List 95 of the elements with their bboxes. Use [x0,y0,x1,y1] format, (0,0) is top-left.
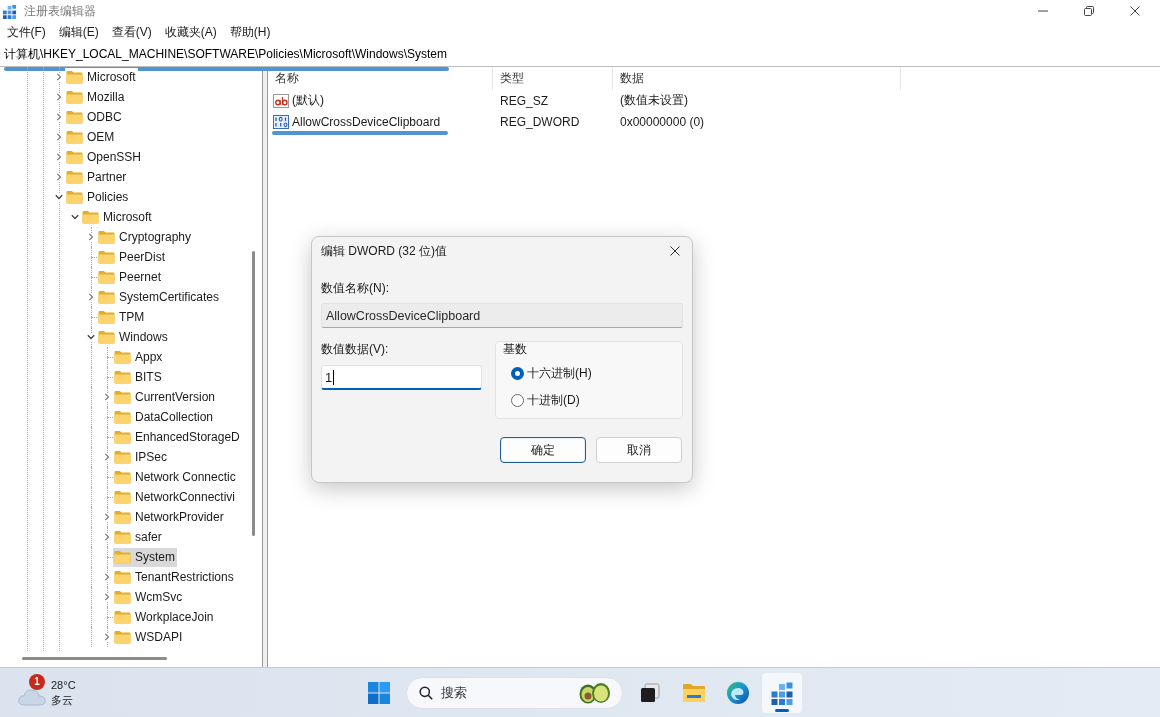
cubes-icon [769,680,794,705]
group-title: 基数 [503,342,527,356]
chevron-right-icon[interactable] [102,533,111,541]
binary-value-icon [273,114,289,129]
start-icon [367,681,390,704]
folder-icon [98,270,115,284]
text-cursor-icon [333,369,335,385]
chevron-right-icon[interactable] [54,113,63,121]
close-icon [1130,6,1140,16]
folder-icon [114,490,131,504]
radio-button[interactable] [511,393,524,407]
chevron-right-icon[interactable] [102,513,111,521]
folder-icon [114,570,131,584]
field-label: 数值数据(V): [321,342,390,356]
chevron-right-icon[interactable] [54,133,63,141]
avocado-icon [577,681,612,704]
notification-badge: 1 [29,673,45,690]
folder-icon [114,350,131,364]
folder-icon [114,470,131,484]
dialog-title: 编辑 DWORD (32 位)值 [321,242,447,260]
folder-icon [114,610,131,624]
string-value-icon [273,93,289,108]
folder-icon [66,150,83,164]
folder-icon [66,130,83,144]
folder-icon [114,410,131,424]
swirl-icon [725,680,750,705]
folder-icon [66,190,83,204]
chevron-right-icon[interactable] [102,453,111,461]
chevron-right-icon[interactable] [102,573,111,581]
column-header[interactable]: 名称 [268,67,493,90]
menu-item[interactable]: 编辑(E) [52,22,106,43]
folder-icon [98,310,115,324]
tree-item[interactable]: System [113,547,177,567]
chevron-down-icon[interactable] [54,193,63,201]
chevron-right-icon[interactable] [54,73,63,81]
folder-icon [114,530,131,544]
value-type: REG_SZ [500,93,548,108]
menu-item[interactable]: 帮助(H) [223,22,277,43]
folder-icon [114,370,131,384]
window-title: 注册表编辑器 [24,2,96,20]
chevron-right-icon[interactable] [102,633,111,641]
column-header[interactable]: 类型 [493,67,613,90]
column-header[interactable]: 数据 [613,67,901,90]
search-field[interactable]: 搜索 [405,676,623,709]
value-name[interactable]: (默认) [292,92,324,109]
chevron-right-icon[interactable] [54,153,63,161]
folder-icon [98,230,115,244]
folder-icon [114,550,131,564]
folder-icon [66,70,83,84]
search-icon [418,685,433,700]
folder-icon [114,430,131,444]
dialog-button[interactable]: 取消 [596,437,682,463]
chevron-right-icon[interactable] [86,233,95,241]
folder-icon [114,510,131,524]
folder-icon [98,250,115,264]
folder-icon [114,630,131,644]
chevron-right-icon[interactable] [54,173,63,181]
vertical-scrollbar[interactable] [252,251,255,536]
chevron-right-icon[interactable] [86,293,95,301]
folder-icon [66,110,83,124]
menu-item[interactable]: 文件(F) [0,22,53,43]
menu-item[interactable]: 收藏夹(A) [158,22,224,43]
horizontal-scrollbar[interactable] [22,657,167,660]
weather-temperature: 28°C [51,677,76,693]
dialog-button[interactable]: 确定 [500,437,586,463]
folder-icon [114,390,131,404]
folder-icon [66,170,83,184]
restore-icon [1084,6,1094,16]
radio-label[interactable]: 十六进制(H) [527,364,592,382]
folder-icon [98,330,115,344]
chevron-down-icon[interactable] [70,213,79,221]
value-data-field[interactable]: 1 [321,365,482,390]
value-type: REG_DWORD [500,114,580,129]
field-label: 数值名称(N): [321,281,390,295]
folder-icon [114,590,131,604]
folder-icon [98,290,115,304]
folder-icon [114,450,131,464]
weather-condition: 多云 [51,692,74,708]
active-indicator-icon [774,708,789,712]
menu-item[interactable]: 查看(V) [105,22,159,43]
cubes-icon [2,3,17,19]
folder-icon [82,210,99,224]
taskbar-app-button[interactable] [761,672,802,713]
tree-item[interactable]: Microsoft [65,67,138,87]
radio-button[interactable] [511,366,524,380]
value-data: (数值未设置) [620,92,688,109]
chevron-right-icon[interactable] [102,393,111,401]
chevron-right-icon[interactable] [54,93,63,101]
close-icon [670,246,680,256]
chevron-down-icon[interactable] [86,333,95,341]
folder-icon [66,90,83,104]
value-name[interactable]: AllowCrossDeviceClipboard [292,114,441,129]
value-data: 0x00000000 (0) [620,114,705,129]
radio-label[interactable]: 十进制(D) [527,391,580,409]
chevron-right-icon[interactable] [102,593,111,601]
